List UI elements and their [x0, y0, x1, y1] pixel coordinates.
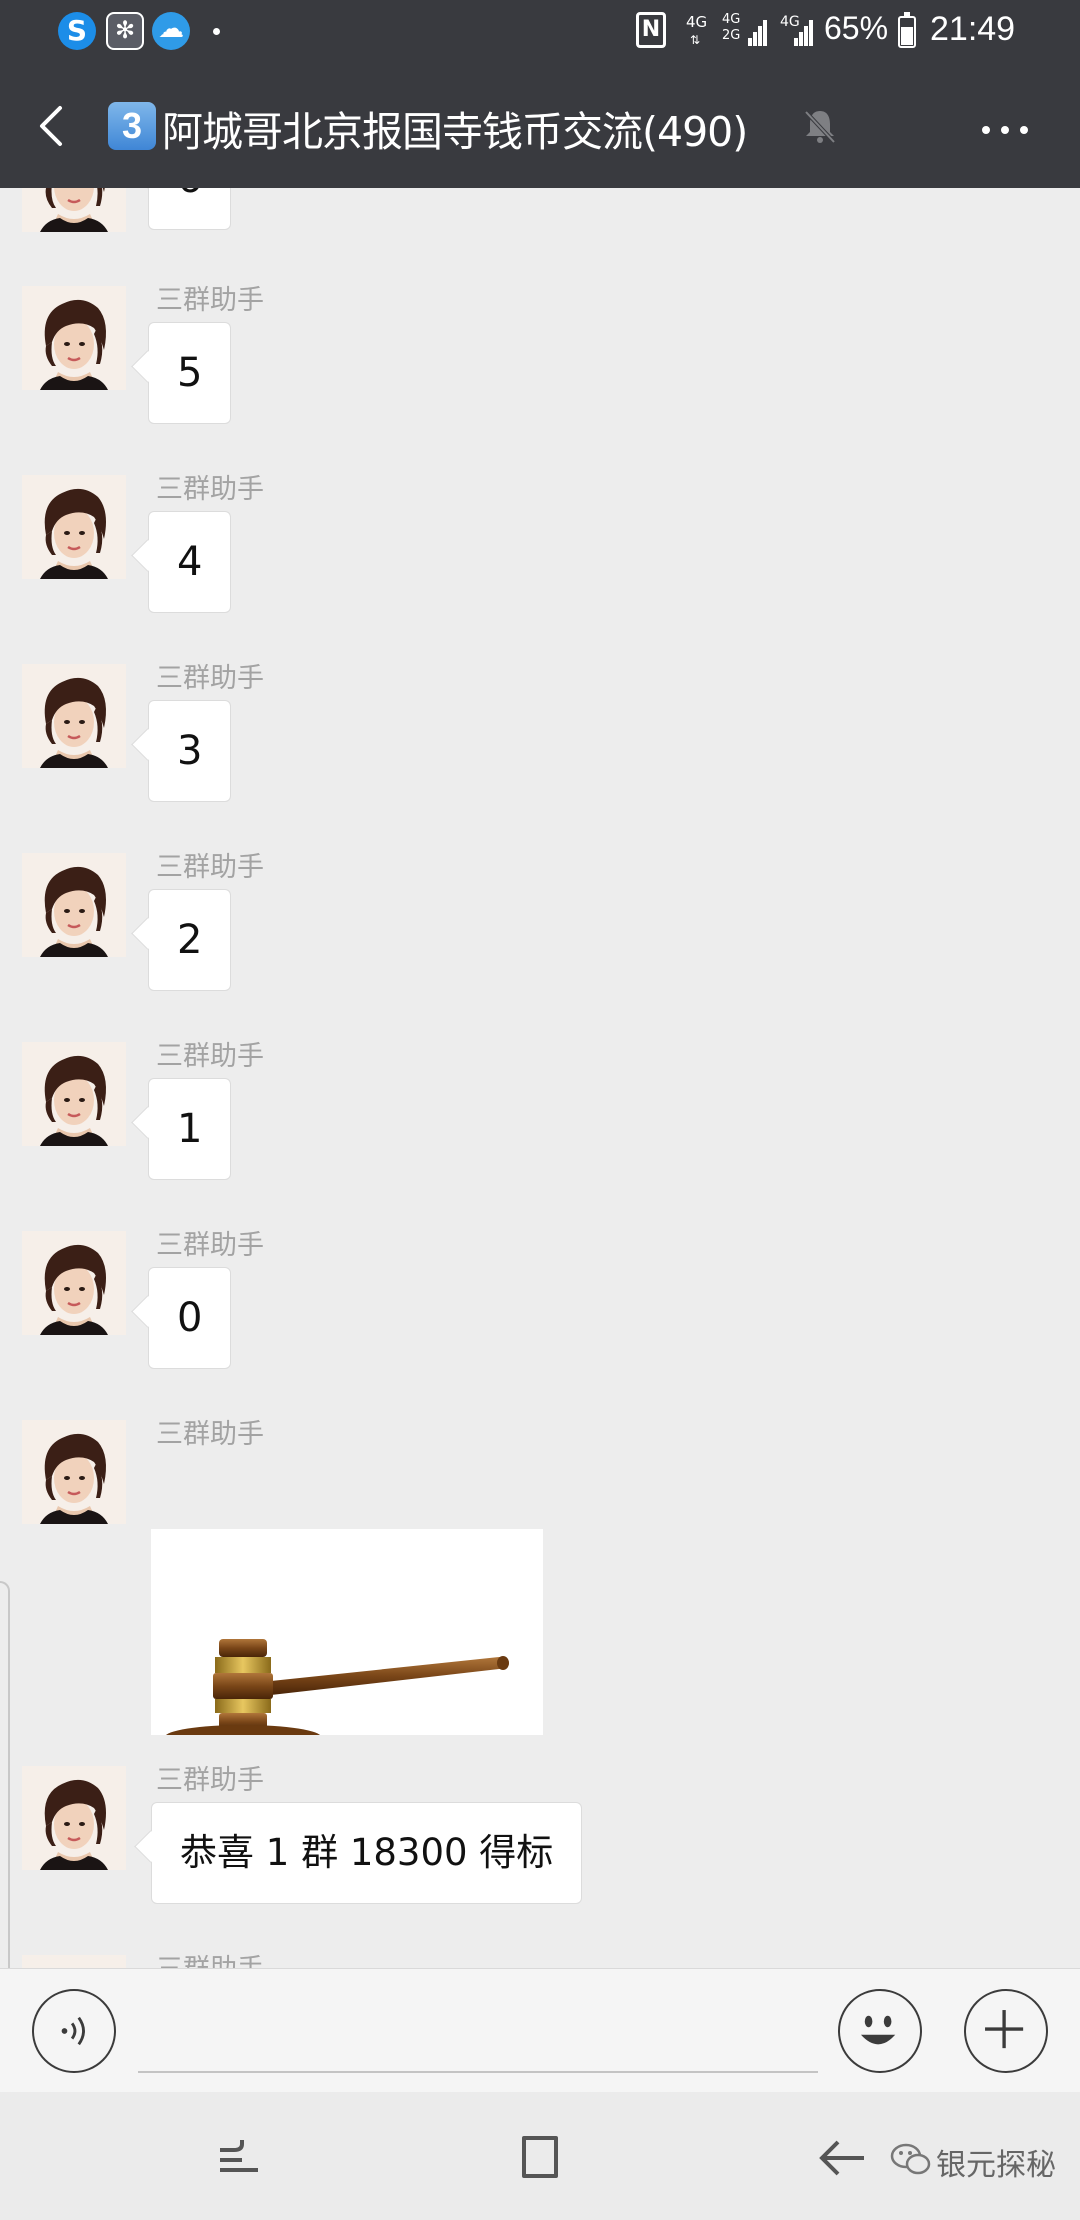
watermark-text: 银元探秘 — [936, 2148, 1056, 2183]
sender-name: 三群助手 — [156, 1041, 264, 1072]
weather-icon — [152, 12, 190, 50]
gavel-image[interactable] — [151, 1529, 543, 1735]
message-bubble[interactable]: 6 — [148, 188, 232, 230]
home-icon — [522, 2136, 558, 2178]
group-number-badge: 3 — [108, 102, 156, 150]
wechat-icon — [890, 2143, 931, 2175]
message-input[interactable] — [138, 1989, 818, 2073]
recent-apps-icon — [220, 2140, 258, 2172]
sender-name: 三群助手 — [156, 285, 264, 316]
system-nav-bar: 银元探秘 — [0, 2092, 1080, 2220]
sender-name: 三群助手 — [156, 852, 264, 883]
back-button[interactable] — [30, 94, 90, 158]
sender-name: 三群助手 — [156, 663, 264, 694]
scroll-indicator[interactable] — [0, 1581, 10, 1968]
baidu-icon — [106, 12, 144, 50]
message-bubble[interactable]: 0 — [148, 1267, 232, 1369]
notification-dot-icon — [213, 28, 220, 35]
battery-icon — [898, 12, 916, 48]
nfc-icon: N — [636, 12, 666, 48]
network-type-2-top: 4G — [722, 12, 741, 27]
network-type-2-bottom: 2G — [722, 28, 741, 43]
avatar[interactable] — [22, 1420, 126, 1524]
sender-name: 三群助手 — [156, 474, 264, 505]
back-nav-button[interactable] — [808, 2122, 878, 2192]
recent-apps-button[interactable] — [204, 2122, 274, 2192]
emoji-button[interactable] — [838, 1989, 922, 2073]
back-icon — [819, 2140, 864, 2176]
mute-bell-icon — [804, 110, 836, 144]
more-button[interactable] — [970, 104, 1040, 154]
sender-name: 三群助手 — [156, 1947, 264, 1968]
avatar[interactable] — [22, 286, 126, 390]
avatar[interactable] — [22, 1042, 126, 1146]
avatar[interactable] — [22, 1955, 126, 1968]
home-button[interactable] — [506, 2122, 576, 2192]
message-bubble[interactable]: 恭喜 1 群 18300 得标 — [151, 1802, 583, 1904]
avatar[interactable] — [22, 1231, 126, 1335]
message-bubble[interactable]: 3 — [148, 700, 232, 802]
sogou-icon — [58, 12, 96, 50]
chat-header: 3 阿城哥北京报国寺钱币交流(490) — [0, 64, 1080, 188]
message-bubble[interactable]: 4 — [148, 511, 232, 613]
voice-icon — [61, 2016, 85, 2046]
back-arrow-icon — [40, 106, 62, 146]
sender-name: 三群助手 — [156, 1230, 264, 1261]
battery-percentage: 65% — [824, 10, 889, 46]
sender-name: 三群助手 — [156, 1419, 264, 1450]
signal-icon-2 — [794, 18, 814, 46]
signal-icon — [748, 18, 768, 46]
sender-name: 三群助手 — [156, 1765, 264, 1796]
avatar[interactable] — [22, 1766, 126, 1870]
input-bar — [0, 1968, 1080, 2092]
avatar[interactable] — [22, 664, 126, 768]
plus-button[interactable] — [964, 1989, 1048, 2073]
chat-message-list[interactable]: 6 三群助手 5 三群助手 4 三群助手 3 三群助手 2 三群助手 1 三群助… — [0, 188, 1080, 1968]
voice-button[interactable] — [32, 1989, 116, 2073]
emoji-icon — [860, 2015, 896, 2045]
message-bubble[interactable]: 2 — [148, 889, 232, 991]
clock: 21:49 — [930, 10, 1016, 48]
avatar[interactable] — [22, 188, 126, 232]
plus-icon — [985, 2010, 1024, 2049]
avatar[interactable] — [22, 475, 126, 579]
page-title: 阿城哥北京报国寺钱币交流(490) — [162, 108, 748, 156]
status-bar: N 4G ⇅ 4G 2G 4G 65% 21:49 — [0, 0, 1080, 64]
message-bubble[interactable]: 1 — [148, 1078, 232, 1180]
message-bubble[interactable]: 5 — [148, 322, 232, 424]
data-arrows-icon: ⇅ — [690, 33, 701, 47]
network-type-1: 4G — [686, 13, 708, 31]
avatar[interactable] — [22, 853, 126, 957]
